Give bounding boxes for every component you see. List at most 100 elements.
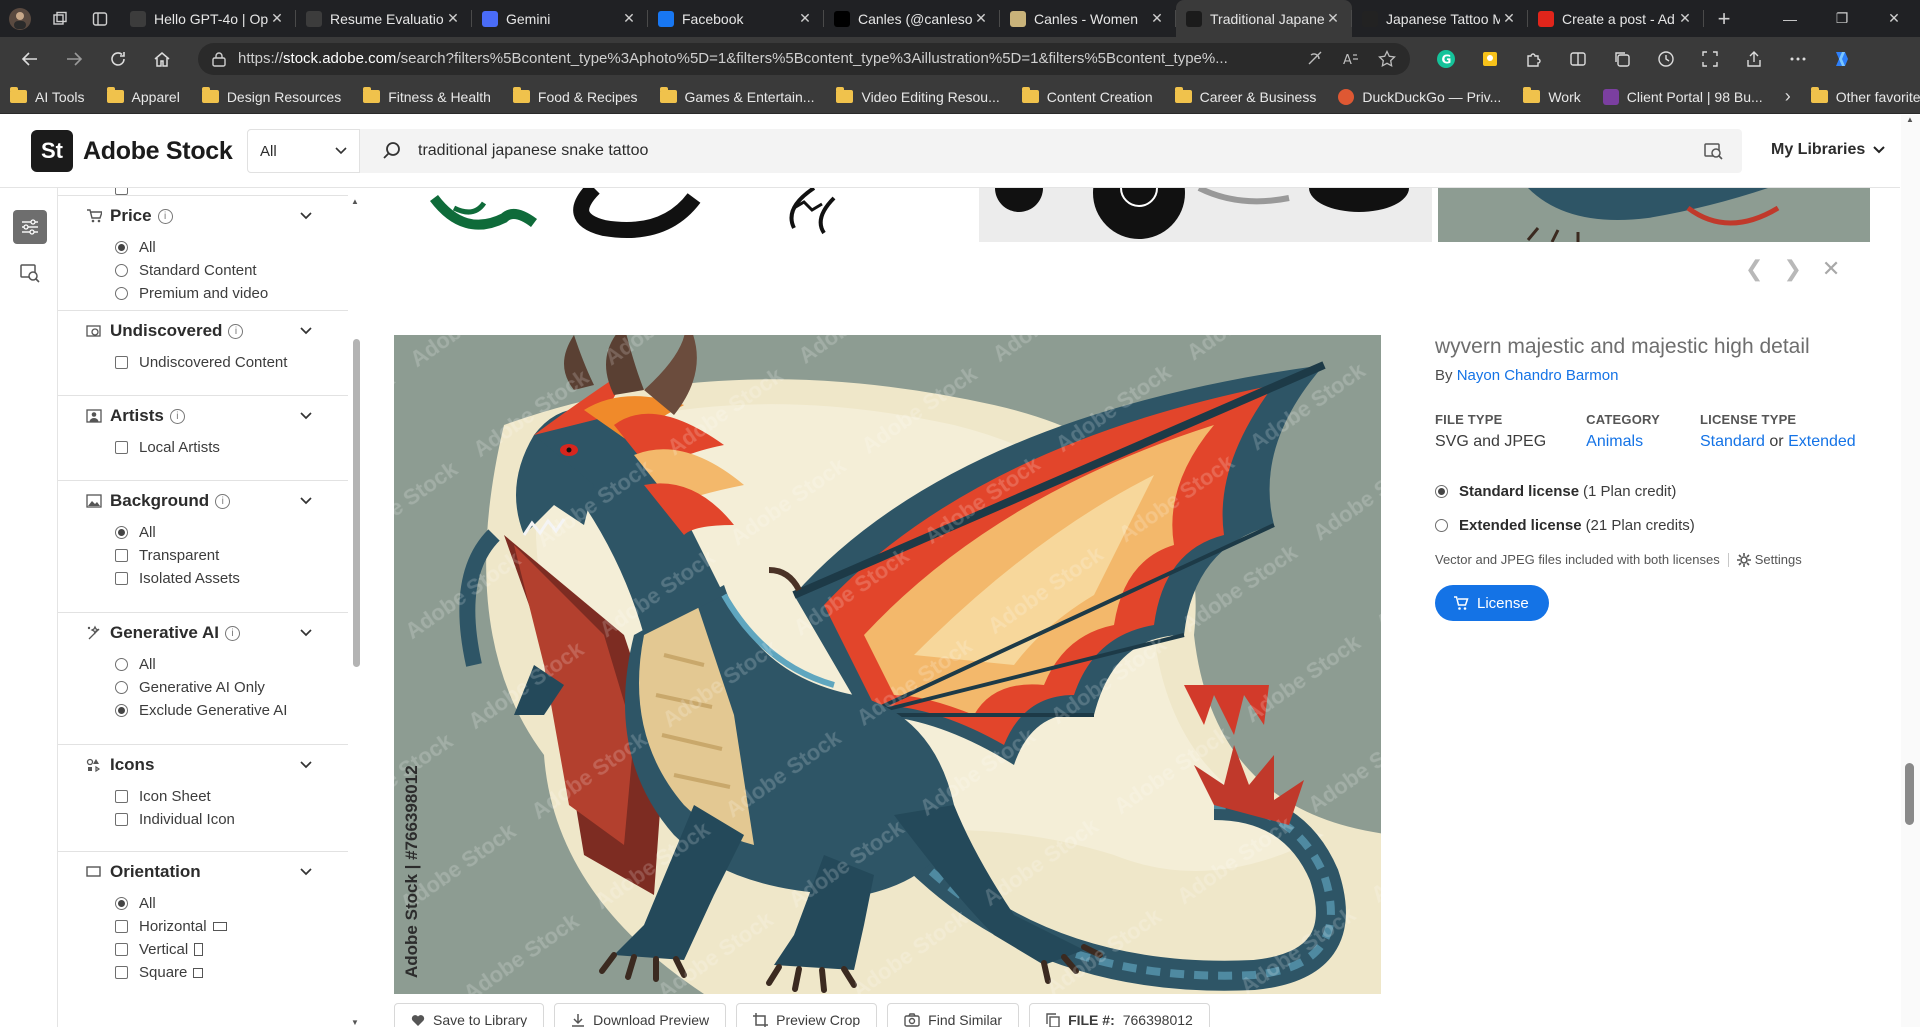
minimize-button[interactable]: — — [1764, 0, 1816, 37]
extended-license-link[interactable]: Extended — [1788, 433, 1856, 450]
collections-button[interactable] — [1602, 41, 1642, 77]
author-link[interactable]: Nayon Chandro Barmon — [1457, 367, 1619, 384]
license-button[interactable]: License — [1435, 585, 1549, 621]
download-preview-button[interactable]: Download Preview — [554, 1003, 727, 1027]
checkbox[interactable] — [115, 549, 128, 562]
result-thumbnail[interactable] — [979, 188, 1432, 242]
back-button[interactable] — [8, 41, 52, 77]
info-icon[interactable]: i — [228, 323, 244, 339]
other-favorites-folder[interactable]: Other favorites — [1810, 87, 1920, 105]
close-tab-icon[interactable]: ✕ — [268, 10, 286, 27]
bookmark-item[interactable]: Fitness & Health — [363, 87, 491, 105]
find-similar-button[interactable]: Find Similar — [887, 1003, 1020, 1027]
radio-selected[interactable] — [115, 241, 128, 254]
filter-icons-header[interactable]: Icons — [58, 745, 348, 785]
bookmark-item[interactable]: Career & Business — [1174, 87, 1316, 105]
copilot-button[interactable] — [1822, 41, 1862, 77]
checkbox[interactable] — [115, 356, 128, 369]
search-scope-select[interactable]: All — [247, 129, 360, 173]
my-libraries-button[interactable]: My Libraries — [1771, 141, 1885, 159]
vertical-tabs-button[interactable] — [80, 0, 120, 37]
undiscovered-option[interactable]: Undiscovered Content — [58, 351, 348, 374]
home-button[interactable] — [140, 41, 184, 77]
checkbox[interactable] — [115, 441, 128, 454]
url-text[interactable]: https://stock.adobe.com/search?filters%5… — [238, 50, 1296, 67]
scroll-down-icon[interactable]: ▼ — [351, 1018, 359, 1027]
radio[interactable] — [115, 658, 128, 671]
filters-toggle-button[interactable] — [13, 210, 47, 244]
radio[interactable] — [1435, 519, 1448, 532]
price-option-standard[interactable]: Standard Content — [58, 259, 348, 282]
close-tab-icon[interactable]: ✕ — [1676, 10, 1694, 27]
radio-selected[interactable] — [115, 526, 128, 539]
logo-text[interactable]: Adobe Stock — [83, 137, 233, 166]
filters-scroll-thumb[interactable] — [353, 339, 360, 667]
grammarly-extension-button[interactable]: G — [1426, 41, 1466, 77]
bookmark-item[interactable]: Food & Recipes — [512, 87, 638, 105]
checkbox[interactable] — [115, 966, 128, 979]
radio[interactable] — [115, 287, 128, 300]
page-scrollbar[interactable]: ▲ — [1901, 115, 1920, 1027]
orientation-option-square[interactable]: Square — [58, 961, 348, 984]
favorite-star-icon[interactable] — [1378, 49, 1396, 68]
read-aloud-icon[interactable]: A — [1342, 50, 1360, 68]
bookmark-item[interactable]: Work — [1523, 87, 1581, 105]
radio-selected[interactable] — [115, 897, 128, 910]
close-window-button[interactable]: ✕ — [1868, 0, 1920, 37]
share-button[interactable] — [1734, 41, 1774, 77]
previous-arrow-icon[interactable]: ❮ — [1745, 256, 1763, 282]
orientation-option-vertical[interactable]: Vertical — [58, 938, 348, 961]
partial-checkbox[interactable] — [115, 188, 139, 195]
checkbox[interactable] — [115, 813, 128, 826]
bookmark-item[interactable]: Games & Entertain... — [659, 87, 814, 105]
background-option-transparent[interactable]: Transparent — [58, 544, 348, 567]
close-tab-icon[interactable]: ✕ — [796, 10, 814, 27]
genai-option-only[interactable]: Generative AI Only — [58, 676, 348, 699]
browser-tab[interactable]: Gemini ✕ — [472, 0, 648, 37]
history-button[interactable] — [1646, 41, 1686, 77]
checkbox[interactable] — [115, 943, 128, 956]
standard-license-link[interactable]: Standard — [1700, 433, 1765, 450]
background-option-all[interactable]: All — [58, 521, 348, 544]
genai-option-exclude[interactable]: Exclude Generative AI — [58, 699, 348, 722]
radio-selected[interactable] — [115, 704, 128, 717]
result-thumbnail[interactable] — [394, 188, 964, 242]
gear-icon[interactable] — [1736, 552, 1751, 567]
scroll-up-icon[interactable]: ▲ — [1906, 115, 1914, 124]
browser-tab[interactable]: Create a post - Ad ✕ — [1528, 0, 1704, 37]
filter-artists-header[interactable]: Artists i — [58, 396, 348, 436]
close-preview-icon[interactable]: ✕ — [1822, 256, 1840, 282]
bookmark-item[interactable]: Content Creation — [1021, 87, 1153, 105]
new-tab-button[interactable]: + — [1704, 0, 1744, 37]
bookmark-item[interactable]: Design Resources — [201, 87, 341, 105]
close-tab-icon[interactable]: ✕ — [1148, 10, 1166, 27]
filter-background-header[interactable]: Background i — [58, 481, 348, 521]
url-bar[interactable]: https://stock.adobe.com/search?filters%5… — [198, 42, 1410, 75]
browser-tab[interactable]: Japanese Tattoo M ✕ — [1352, 0, 1528, 37]
browser-tab[interactable]: Resume Evaluatio ✕ — [296, 0, 472, 37]
info-icon[interactable]: i — [224, 625, 240, 641]
bookmark-item[interactable]: Video Editing Resou... — [836, 87, 1000, 105]
info-icon[interactable]: i — [215, 493, 231, 509]
preview-crop-button[interactable]: Preview Crop — [736, 1003, 878, 1027]
icons-option-individual[interactable]: Individual Icon — [58, 808, 348, 831]
checkbox[interactable] — [115, 790, 128, 803]
browser-tab[interactable]: Traditional Japane ✕ — [1176, 0, 1352, 37]
save-to-library-button[interactable]: Save to Library — [394, 1003, 545, 1027]
filter-price-header[interactable]: Price i — [58, 196, 348, 236]
info-icon[interactable]: i — [169, 408, 185, 424]
split-screen-button[interactable] — [1558, 41, 1598, 77]
visual-search-rail-button[interactable] — [13, 256, 47, 290]
bookmark-item[interactable]: DuckDuckGo — Priv... — [1338, 88, 1501, 105]
bookmark-item[interactable]: Apparel — [106, 87, 180, 105]
bookmark-item[interactable]: AI Tools — [10, 87, 85, 105]
forward-button[interactable] — [52, 41, 96, 77]
standard-license-option[interactable]: Standard license (1 Plan credit) — [1435, 483, 1875, 500]
radio[interactable] — [115, 681, 128, 694]
screenshot-button[interactable] — [1690, 41, 1730, 77]
filter-generative-ai-header[interactable]: Generative AI i — [58, 613, 348, 653]
workspaces-button[interactable] — [40, 0, 80, 37]
scroll-up-icon[interactable]: ▲ — [351, 197, 359, 206]
genai-option-all[interactable]: All — [58, 653, 348, 676]
extensions-button[interactable] — [1514, 41, 1554, 77]
